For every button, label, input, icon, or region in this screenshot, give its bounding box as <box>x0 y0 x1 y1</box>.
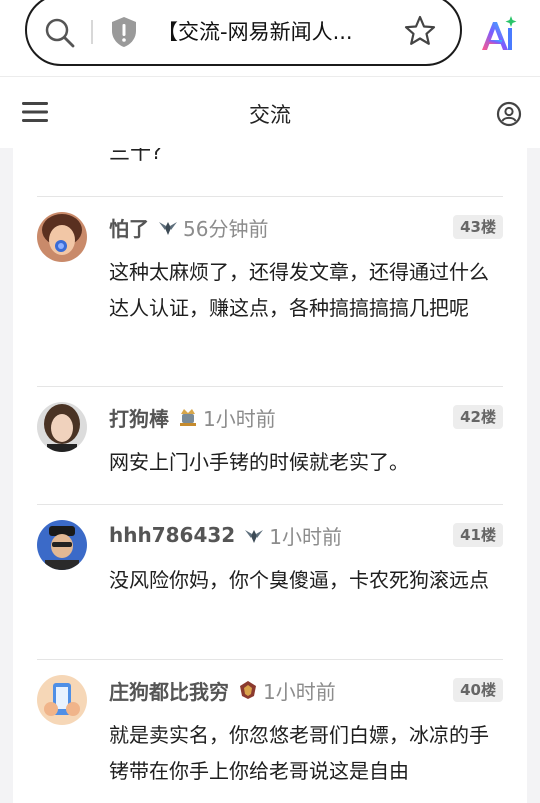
divider <box>37 659 503 660</box>
floor-badge: 42楼 <box>453 405 503 429</box>
comment-time: 1小时前 <box>263 679 336 704</box>
comment-text: 这种太麻烦了，还得发文章，还得通过什么达人认证，赚这点，各种搞搞搞搞几把呢 <box>109 260 489 320</box>
comment-time: 1小时前 <box>269 524 342 549</box>
divider <box>37 504 503 505</box>
search-icon[interactable] <box>43 16 77 50</box>
avatar[interactable] <box>37 212 87 262</box>
username[interactable]: hhh786432 <box>109 523 235 547</box>
username[interactable]: 怕了 <box>109 213 149 242</box>
avatar[interactable] <box>37 402 87 452</box>
username[interactable]: 庄狗都比我穷 <box>109 676 229 705</box>
star-icon[interactable] <box>403 14 437 48</box>
avatar[interactable] <box>37 675 87 725</box>
comment-meta: hhh786432 1小时前 <box>109 520 342 550</box>
avatar[interactable] <box>37 520 87 570</box>
avatar-phone-cartoon-icon <box>37 675 87 725</box>
comment-text: 网安上门小手铐的时候就老实了。 <box>109 450 409 474</box>
floor-badge: 40楼 <box>453 678 503 702</box>
comment-meta: 怕了 56分钟前 <box>109 212 268 242</box>
divider <box>37 196 503 197</box>
browser-bar: 【交流-网易新闻人... <box>0 0 540 76</box>
truncated-comment-text: 三十? <box>109 148 163 164</box>
comment-text: 没风险你妈，你个臭傻逼，卡农死狗滚远点 <box>109 568 489 592</box>
shield-icon[interactable] <box>109 15 139 49</box>
avatar-man-glasses-icon <box>37 520 87 570</box>
avatar-lollipop-icon <box>37 212 87 262</box>
wings-badge-icon <box>159 222 177 235</box>
username[interactable]: 打狗棒 <box>109 403 169 432</box>
comment-meta: 打狗棒 1小时前 <box>109 402 276 432</box>
divider <box>37 386 503 387</box>
comment-time: 1小时前 <box>203 406 276 431</box>
comment-time: 56分钟前 <box>183 216 269 241</box>
floor-badge: 41楼 <box>453 523 503 547</box>
url-text[interactable]: 【交流-网易新闻人... <box>157 18 383 46</box>
avatar-woman-icon <box>37 402 87 452</box>
page-title: 交流 <box>249 103 291 127</box>
comment-meta: 庄狗都比我穷 1小时前 <box>109 675 336 705</box>
ai-assistant-icon[interactable] <box>478 14 518 54</box>
knight-badge-icon <box>180 409 196 426</box>
comment-list: 三十? 怕了 56分钟前 43楼 这种太麻烦了，还得发文章，还得通过什么达人认证… <box>13 148 527 803</box>
floor-badge: 43楼 <box>453 215 503 239</box>
crest-badge-icon <box>240 681 256 699</box>
comment-text: 就是卖实名，你忽悠老哥们白嫖，冰凉的手铐带在你手上你给老哥说这是自由 <box>109 723 489 783</box>
user-account-icon[interactable] <box>496 101 522 127</box>
app-header: 交流 <box>0 76 540 148</box>
wings-badge-icon <box>245 530 264 543</box>
address-bar[interactable]: 【交流-网易新闻人... <box>25 0 462 66</box>
address-separator <box>91 20 93 44</box>
